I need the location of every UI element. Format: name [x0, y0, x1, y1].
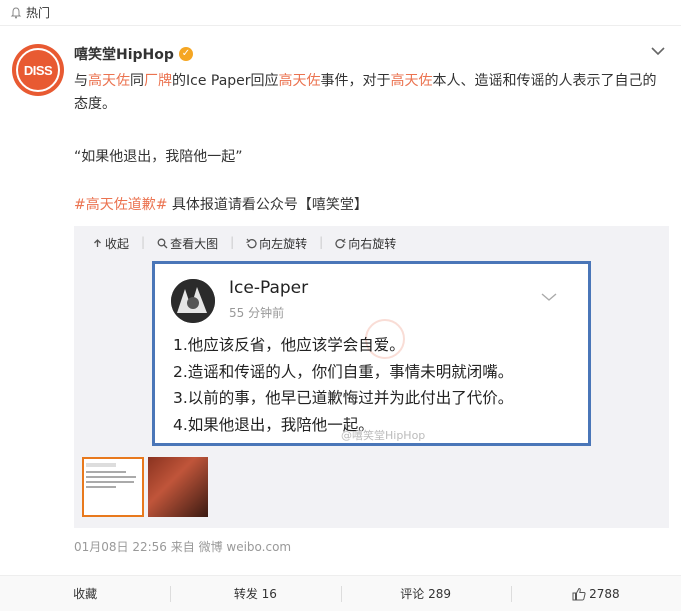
graffiti-avatar-icon — [171, 279, 215, 323]
thumbnail-1[interactable] — [82, 457, 144, 517]
image-watermark: @嘻笑堂HipHop — [341, 429, 426, 442]
view-large-button[interactable]: 查看大图 — [157, 235, 218, 252]
statement-line: 1.他应该反省，他应该学会自爱。 — [173, 336, 405, 354]
collect-button[interactable]: 收藏 — [0, 576, 170, 611]
hashtag-link[interactable]: #高天佐道歉# — [74, 197, 167, 213]
rotate-left-button[interactable]: 向左旋转 — [246, 235, 307, 252]
rotate-left-icon — [246, 238, 257, 249]
post-text-part: 事件，对于 — [320, 73, 391, 89]
comment-label: 评论 289 — [400, 587, 451, 601]
keyword-link[interactable]: 高天佐 — [391, 73, 433, 89]
repost-label: 转发 16 — [233, 587, 277, 601]
rotate-left-label: 向左旋转 — [259, 237, 308, 251]
collect-label: 收藏 — [73, 587, 98, 601]
avatar[interactable]: DISS — [12, 44, 64, 96]
post-tagline: #高天佐道歉# 具体报道请看公众号【嘻笑堂】 — [74, 194, 368, 214]
statement-line: 2.造谣和传谣的人，你们自重，事情未明就闭嘴。 — [173, 362, 514, 381]
verified-badge-icon: ✓ — [178, 47, 193, 61]
avatar-logo: DISS — [16, 48, 60, 92]
image-username: Ice-Paper — [229, 278, 309, 298]
repost-button[interactable]: 转发 16 — [170, 576, 340, 611]
image-timestamp: 55 分钟前 — [229, 306, 285, 320]
image-avatar — [171, 279, 215, 323]
hot-tab-label: 热门 — [26, 6, 51, 20]
username-text[interactable]: 嘻笑堂HipHop — [74, 44, 174, 64]
thumb-text-line — [86, 486, 116, 488]
media-box: 收起 | 查看大图 | 向左旋转 | 向右旋转 Ice-Paper 55 分钟前 — [74, 226, 669, 528]
username[interactable]: 嘻笑堂HipHop ✓ — [74, 44, 193, 64]
view-large-label: 查看大图 — [170, 237, 219, 251]
thumbnail-2[interactable] — [148, 457, 208, 517]
like-button[interactable]: 2788 — [510, 576, 681, 611]
rotate-right-button[interactable]: 向右旋转 — [335, 235, 396, 252]
post-quote: “如果他退出，我陪他一起” — [74, 149, 243, 165]
thumb-text-line — [86, 481, 134, 483]
thumb-text-line — [86, 471, 126, 473]
post-text-part: 的Ice Paper回应 — [172, 73, 279, 89]
hot-tab-header: 热门 — [0, 0, 681, 26]
thumbs-up-icon — [572, 587, 586, 600]
action-bar: 收藏 转发 16 评论 289 2788 — [0, 575, 681, 611]
statement-line: 3.以前的事，他早已道歉悔过并为此付出了代价。 — [173, 389, 514, 407]
rotate-right-label: 向右旋转 — [348, 237, 397, 251]
collapse-button[interactable]: 收起 — [92, 235, 129, 252]
post-meta: 01月08日 22:56 来自 微博 weibo.com — [74, 540, 292, 554]
rotate-right-icon — [335, 238, 346, 249]
toolbar-separator: | — [141, 235, 146, 249]
tag-suffix: 具体报道请看公众号【嘻笑堂】 — [167, 197, 368, 213]
toolbar-separator: | — [230, 235, 235, 249]
thumb-text-line — [86, 476, 136, 478]
image-statement: 1.他应该反省，他应该学会自爱。 2.造谣和传谣的人，你们自重，事情未明就闭嘴。… — [173, 332, 513, 438]
post-text-part: 与 — [74, 73, 88, 89]
post-text: 与高天佐同厂牌的Ice Paper回应高天佐事件，对于高天佐本人、造谣和传谣的人… — [74, 70, 664, 116]
expanded-image[interactable]: Ice-Paper 55 分钟前 1.他应该反省，他应该学会自爱。 2.造谣和传… — [152, 261, 591, 446]
search-icon — [157, 238, 168, 249]
keyword-link[interactable]: 高天佐 — [279, 73, 321, 89]
toolbar-separator: | — [319, 235, 324, 249]
comment-button[interactable]: 评论 289 — [340, 576, 511, 611]
post-text-part: 同 — [130, 73, 144, 89]
collapse-label: 收起 — [105, 237, 130, 251]
keyword-link[interactable]: 高天佐 — [88, 73, 130, 89]
chevron-down-icon[interactable] — [651, 46, 665, 56]
image-chevron-down-icon — [541, 293, 557, 301]
media-toolbar: 收起 | 查看大图 | 向左旋转 | 向右旋转 — [92, 235, 396, 252]
like-count: 2788 — [589, 586, 620, 601]
bell-icon — [10, 6, 22, 18]
thumb-text-line — [86, 463, 116, 467]
arrow-up-icon — [94, 239, 101, 247]
keyword-link[interactable]: 厂牌 — [144, 73, 172, 89]
